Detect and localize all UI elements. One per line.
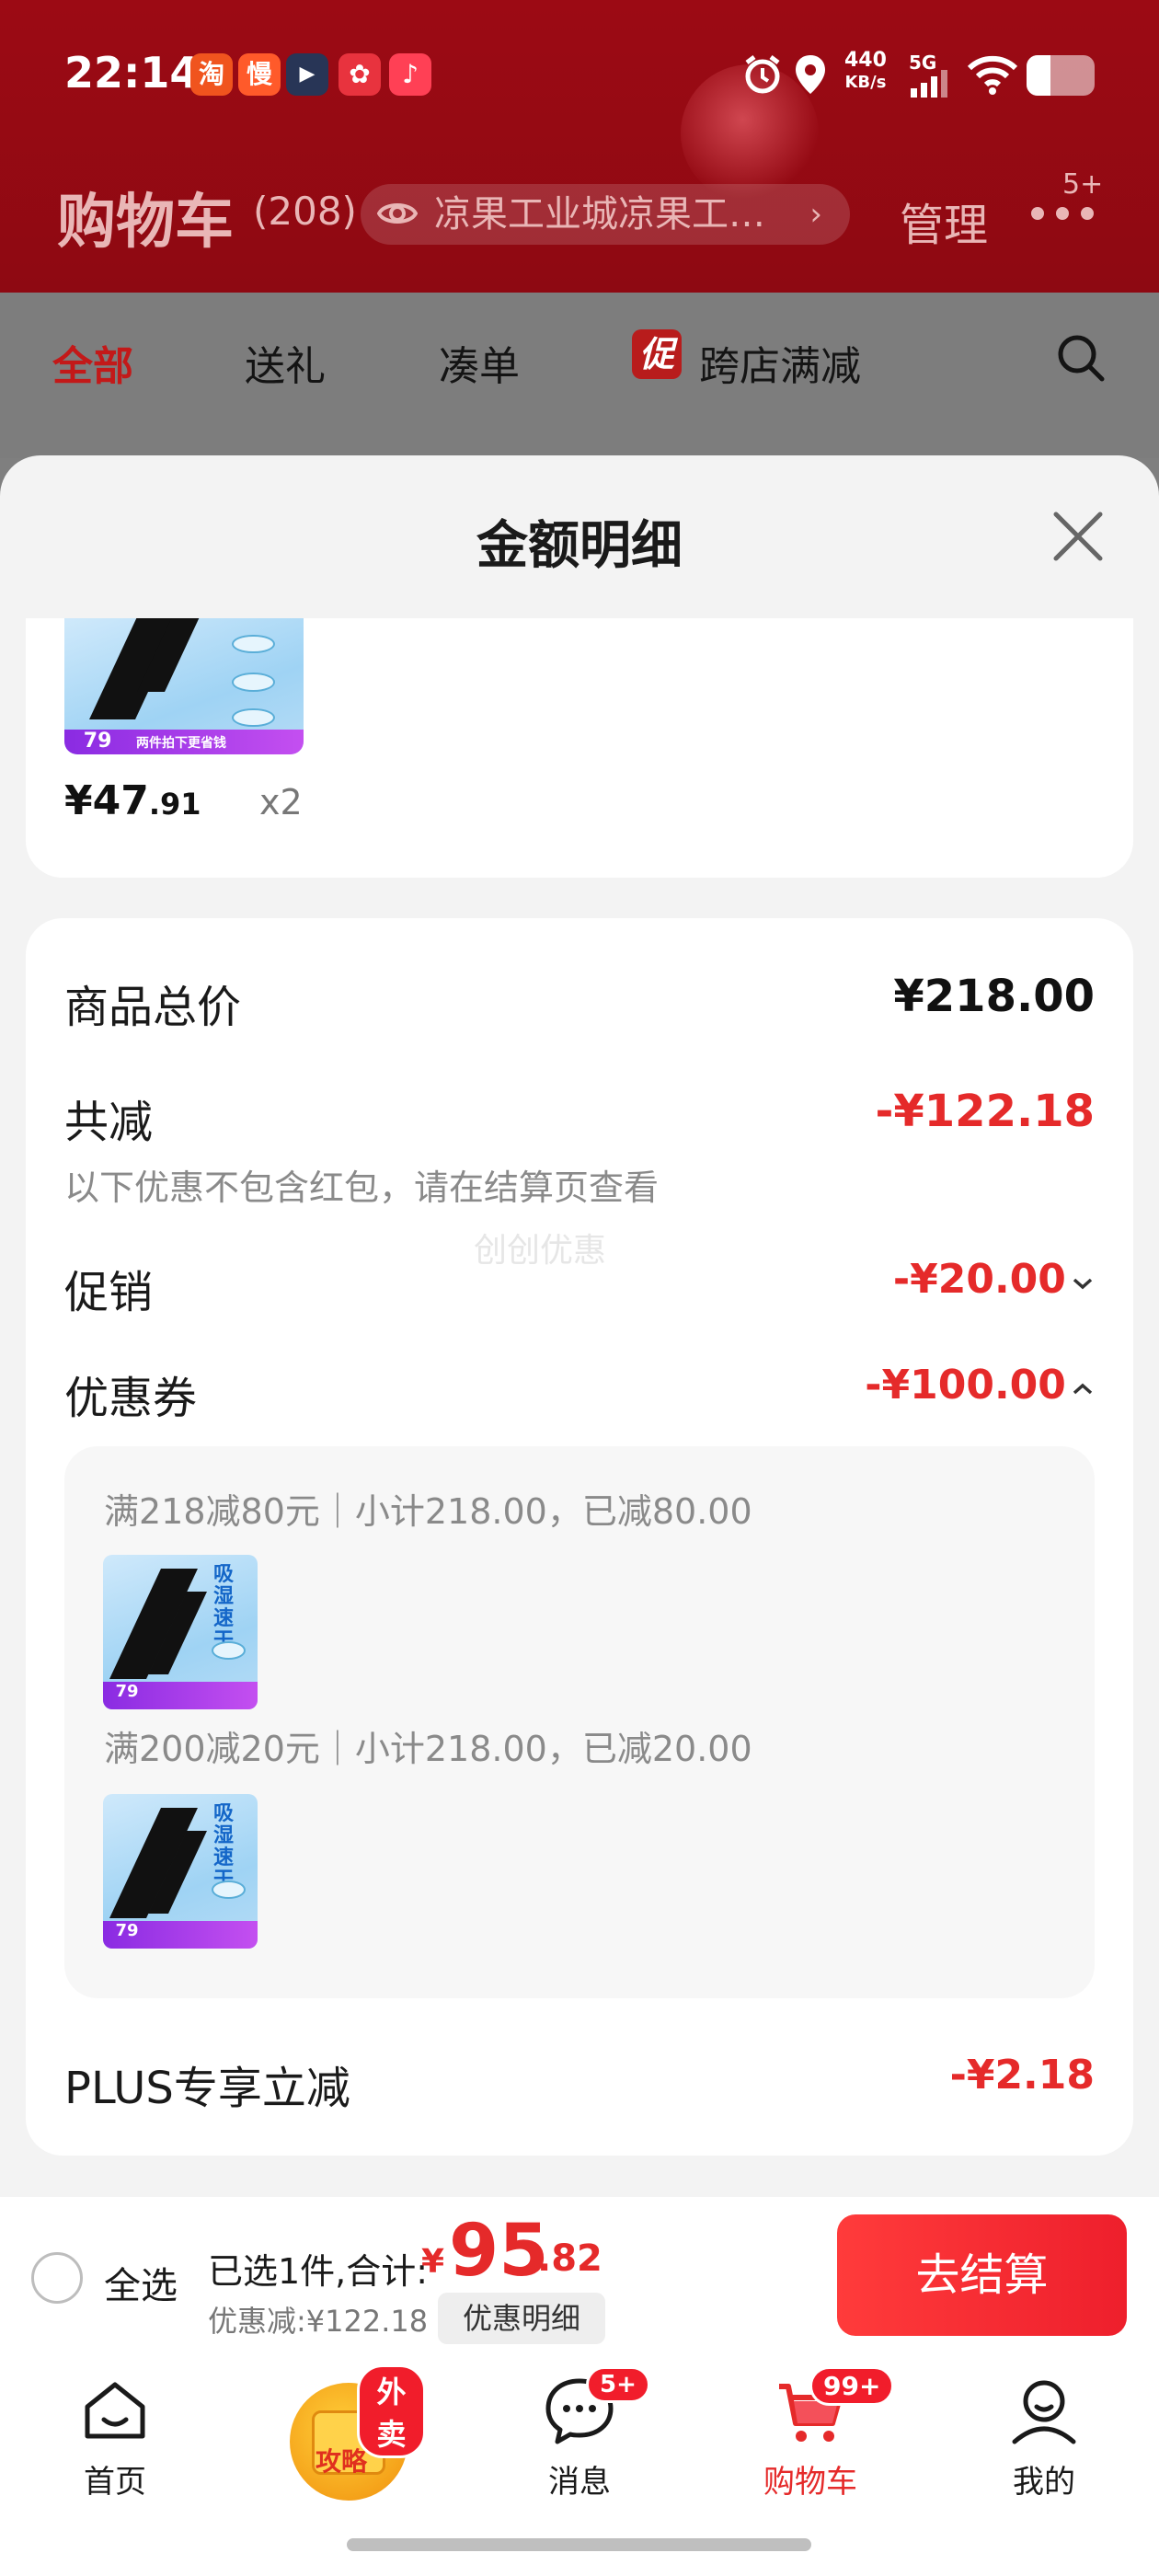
watermark: 创创优惠 <box>474 1232 607 1270</box>
tab-bundle[interactable]: 凑单 <box>439 333 520 392</box>
promo-value: -¥20.00 <box>892 1256 1066 1303</box>
coupon-row-toggle[interactable]: -¥100.00 <box>736 1362 1095 1409</box>
discount-amount: 优惠减:¥122.18 <box>208 2304 429 2339</box>
home-icon <box>85 2382 145 2439</box>
total-amount: 95 <box>449 2210 549 2293</box>
status-time: 22:14 <box>64 48 200 98</box>
item-price: ¥47.91 <box>64 777 201 824</box>
total-currency: ¥ <box>421 2243 445 2281</box>
select-all-radio[interactable] <box>31 2252 83 2304</box>
checkout-button[interactable]: 去结算 <box>837 2214 1127 2336</box>
signal-icon <box>911 70 947 98</box>
promo-label: 促销 <box>64 1267 154 1318</box>
coupon-product-thumbnail[interactable]: 吸湿速干 79 <box>103 1555 258 1709</box>
nav-messages[interactable]: 5+ 消息 <box>501 2366 658 2501</box>
chevron-up-icon <box>1073 1383 1093 1395</box>
coupon-rule: 满200减20元｜小计218.00，已减20.00 <box>104 1729 752 1769</box>
promo-row-toggle[interactable]: -¥20.00 <box>736 1256 1095 1303</box>
cart-badge: 99+ <box>809 2366 895 2406</box>
takeout-badge: 外卖 <box>357 2364 426 2458</box>
coupon-product-thumbnail[interactable]: 吸湿速干 79 <box>103 1794 258 1949</box>
taobao-app-icon: 淘 <box>190 53 233 96</box>
total-value: ¥218.00 <box>893 971 1095 1022</box>
alarm-icon <box>745 55 780 94</box>
eye-icon <box>377 203 418 224</box>
page-title: 购物车 <box>57 189 234 257</box>
cart-count: (208) <box>253 189 357 234</box>
music-app-icon: ♪ <box>389 53 431 96</box>
filter-tabs <box>0 293 1159 458</box>
video-app-icon: ▶ <box>286 53 328 96</box>
close-icon[interactable] <box>1050 509 1106 564</box>
gesture-home-bar[interactable] <box>347 2538 811 2551</box>
select-all-label[interactable]: 全选 <box>104 2256 178 2309</box>
message-badge: 5+ <box>586 2366 650 2403</box>
tab-all[interactable]: 全部 <box>52 333 133 392</box>
more-badge: 5+ <box>1062 168 1104 201</box>
tab-gift[interactable]: 送礼 <box>245 333 326 392</box>
manage-button[interactable]: 管理 <box>900 189 988 253</box>
nav-cart[interactable]: 99+ 购物车 <box>732 2366 895 2501</box>
tab-cross-store[interactable]: 跨店满减 <box>699 333 861 392</box>
coupon-label: 优惠券 <box>64 1373 198 1424</box>
plus-value: -¥2.18 <box>949 2052 1095 2099</box>
sheet-title: 金额明细 <box>476 516 683 576</box>
nav-profile[interactable]: 我的 <box>966 2374 1122 2501</box>
item-quantity: x2 <box>259 782 303 822</box>
more-dots-icon[interactable] <box>1030 204 1095 223</box>
ai-app-icon: ✿ <box>339 53 381 96</box>
battery-icon <box>1027 55 1095 96</box>
promo-badge: 促 <box>632 329 682 379</box>
address-text: 凉果工业城凉果工… <box>434 193 765 236</box>
xianyu-app-icon: 慢 <box>238 53 281 96</box>
coupon-rule: 满218减80元｜小计218.00，已减80.00 <box>104 1491 752 1532</box>
selected-summary: 已选1件,合计: <box>208 2251 429 2292</box>
total-label: 商品总价 <box>64 982 242 1033</box>
net-speed: 440 KB/s <box>844 49 887 93</box>
chevron-down-icon <box>1073 1278 1093 1290</box>
product-thumbnail[interactable]: 79 两件拍下更省钱 <box>64 618 304 754</box>
reduce-value: -¥122.18 <box>875 1086 1095 1137</box>
plus-label: PLUS专享立减 <box>64 2063 350 2114</box>
address-selector[interactable]: 凉果工业城凉果工… › <box>361 184 850 245</box>
chevron-right-icon: › <box>809 196 822 233</box>
coupon-value: -¥100.00 <box>865 1362 1066 1409</box>
discount-detail-button[interactable]: 优惠明细 <box>438 2293 605 2344</box>
reduce-note: 以下优惠不包含红包，请在结算页查看 <box>64 1167 660 1208</box>
total-amount-decimal: .82 <box>537 2237 602 2280</box>
search-icon[interactable] <box>1056 333 1106 383</box>
nav-home[interactable]: 首页 <box>37 2374 193 2501</box>
profile-icon <box>1012 2380 1076 2444</box>
location-icon <box>796 55 825 94</box>
reduce-label: 共减 <box>64 1097 154 1148</box>
wifi-icon <box>967 55 1018 95</box>
